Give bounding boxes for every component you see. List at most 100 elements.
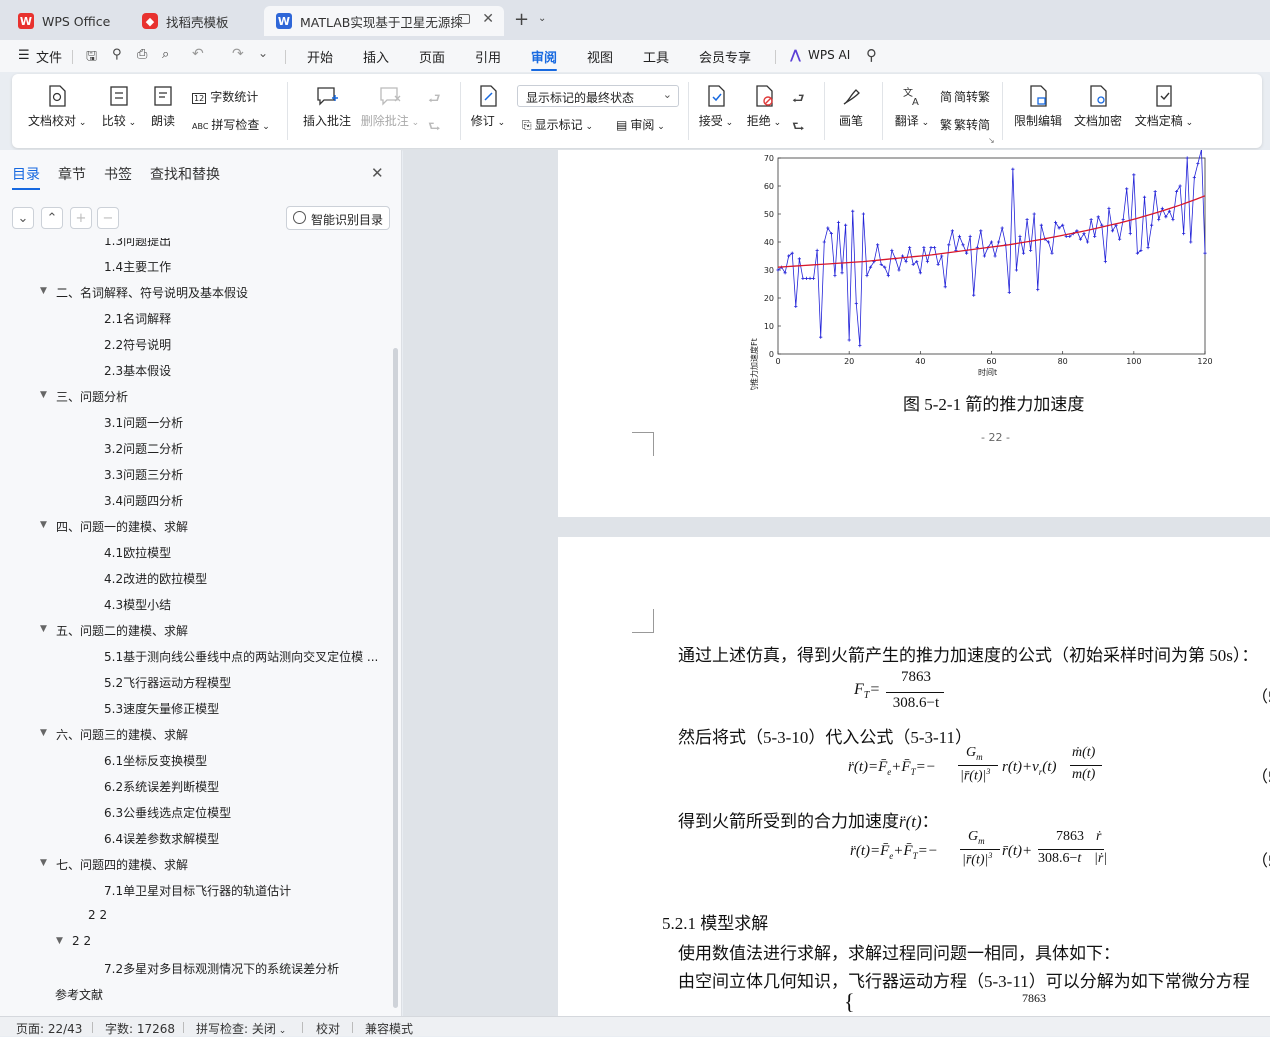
toc-item[interactable]: 2 2 <box>72 934 91 948</box>
encrypt-button[interactable]: 文档加密 <box>1072 84 1124 129</box>
compare-button[interactable]: 比较 ⌄ <box>96 84 142 129</box>
tab-wps-office[interactable]: W WPS Office <box>6 6 124 36</box>
new-tab-plus-icon[interactable]: + <box>514 9 529 30</box>
toc-item[interactable]: 5.3速度矢量修正模型 <box>104 700 219 717</box>
toc-item[interactable]: 7.1单卫星对目标飞行器的轨道估计 <box>104 882 291 899</box>
toc-item[interactable]: 六、问题三的建模、求解 <box>56 726 188 743</box>
delete-comment-button[interactable]: 删除批注 ⌄ <box>360 84 420 129</box>
toc-item[interactable]: 2.1名词解释 <box>104 310 171 327</box>
redo-icon[interactable]: ↷ <box>232 46 244 62</box>
tab-document[interactable]: W MATLAB实现基于卫星无源探 ✕ <box>264 6 504 36</box>
menu-view[interactable]: 视图 <box>587 47 613 66</box>
toc-item[interactable]: 7.2多星对多目标观测情况下的系统误差分析 <box>104 960 339 977</box>
revise-button[interactable]: 修订 ⌄ <box>468 84 508 129</box>
toc-item[interactable]: 三、问题分析 <box>56 388 128 405</box>
toc-item[interactable]: 5.2飞行器运动方程模型 <box>104 674 231 691</box>
toc-item[interactable]: 七、问题四的建模、求解 <box>56 856 188 873</box>
remove-heading-icon[interactable]: − <box>97 207 119 229</box>
more-chevron-icon[interactable]: ⌄ <box>258 46 268 60</box>
tab-chapter[interactable]: 章节 <box>58 164 86 184</box>
toc-item[interactable]: 3.2问题二分析 <box>104 440 183 457</box>
tab-bookmark[interactable]: 书签 <box>104 164 132 184</box>
to-traditional-button[interactable]: 简简转繁 <box>940 88 990 105</box>
toc-expand-caret-icon[interactable]: ▼ <box>40 286 47 296</box>
next-comment-icon[interactable]: ⮑ <box>428 116 441 140</box>
menu-tools[interactable]: 工具 <box>643 47 669 66</box>
toc-item[interactable]: 二、名词解释、符号说明及基本假设 <box>56 284 248 301</box>
toc-expand-caret-icon[interactable]: ▼ <box>40 858 47 868</box>
menu-insert[interactable]: 插入 <box>363 47 389 66</box>
expand-ribbon-icon[interactable]: ↘ <box>988 136 995 145</box>
collapse-all-icon[interactable]: ⌄ <box>12 207 34 229</box>
pen-button[interactable]: 画笔 <box>834 84 868 129</box>
prev-revision-icon[interactable]: ⮐ <box>792 88 805 112</box>
spell-check-button[interactable]: ABC 拼写检查 ⌄ <box>192 116 270 133</box>
toc-item[interactable]: 6.2系统误差判断模型 <box>104 778 219 795</box>
finalize-button[interactable]: 文档定稿 ⌄ <box>1132 84 1196 129</box>
toc-item[interactable]: 4.3模型小结 <box>104 596 171 613</box>
to-simplified-button[interactable]: 繁繁转简 <box>940 116 990 133</box>
next-revision-icon[interactable]: ⮑ <box>792 116 805 140</box>
add-heading-icon[interactable]: + <box>70 207 92 229</box>
wps-ai-icon[interactable]: ⋀ <box>790 48 801 63</box>
print-preview-icon[interactable]: ⌕ <box>162 47 169 62</box>
menu-page[interactable]: 页面 <box>419 47 445 66</box>
toc-item[interactable]: 参考文献 <box>55 986 103 1003</box>
toc-item[interactable]: 五、问题二的建模、求解 <box>56 622 188 639</box>
share-icon[interactable]: ⚲ <box>112 47 122 62</box>
read-aloud-button[interactable]: 朗读 <box>148 84 178 129</box>
tab-find-replace[interactable]: 查找和替换 <box>150 164 220 184</box>
toc-item[interactable]: 2.2符号说明 <box>104 336 171 353</box>
panel-scrollbar[interactable] <box>393 348 398 1008</box>
toc-item[interactable]: 四、问题一的建模、求解 <box>56 518 188 535</box>
toc-expand-caret-icon[interactable]: ▼ <box>40 624 47 634</box>
menu-references[interactable]: 引用 <box>475 47 501 66</box>
restrict-edit-button[interactable]: 限制编辑 <box>1012 84 1064 129</box>
toc-item[interactable]: 4.2改进的欧拉模型 <box>104 570 207 587</box>
expand-up-icon[interactable]: ⌃ <box>41 207 63 229</box>
reject-button[interactable]: 拒绝 ⌄ <box>744 84 784 129</box>
status-proof[interactable]: 校对 <box>316 1020 340 1037</box>
menu-file[interactable]: 文件 <box>36 47 62 66</box>
toc-item[interactable]: 6.3公垂线选点定位模型 <box>104 804 231 821</box>
review-pane-button[interactable]: ▤ 审阅 ⌄ <box>616 116 665 133</box>
search-icon[interactable]: ⚲ <box>866 46 877 64</box>
show-markup-button[interactable]: ⎘ 显示标记 ⌄ <box>522 116 593 133</box>
toc-item[interactable]: 4.1欧拉模型 <box>104 544 171 561</box>
prev-comment-icon[interactable]: ⮐ <box>428 88 441 112</box>
tab-toc[interactable]: 目录 <box>12 164 40 190</box>
markup-state-select[interactable]: 显示标记的最终状态 ⌄ <box>517 85 679 107</box>
toc-item[interactable]: 6.1坐标反变换模型 <box>104 752 207 769</box>
toc-expand-caret-icon[interactable]: ▼ <box>40 520 47 530</box>
accept-button[interactable]: 接受 ⌄ <box>696 84 736 129</box>
word-count-button[interactable]: 12 字数统计 <box>192 88 258 105</box>
save-icon[interactable]: 🖫 <box>86 47 97 69</box>
tab-list-chevron-icon[interactable]: ⌄ <box>538 13 546 24</box>
insert-comment-button[interactable]: 插入批注 <box>300 84 354 129</box>
menu-review[interactable]: 审阅 <box>531 47 558 71</box>
toc-expand-caret-icon[interactable]: ▼ <box>56 936 63 946</box>
toc-item[interactable]: 3.4问题四分析 <box>104 492 183 509</box>
toc-item[interactable]: 1.4主要工作 <box>104 258 171 275</box>
toc-expand-caret-icon[interactable]: ▼ <box>40 390 47 400</box>
status-words[interactable]: 字数: 17268 <box>105 1020 175 1037</box>
toc-item[interactable]: 6.4误差参数求解模型 <box>104 830 219 847</box>
menu-home[interactable]: 开始 <box>307 47 333 66</box>
toc-item[interactable]: 3.1问题一分析 <box>104 414 183 431</box>
hamburger-icon[interactable]: ☰ <box>18 48 30 63</box>
close-tab-icon[interactable]: ✕ <box>482 11 494 27</box>
toc-expand-caret-icon[interactable]: ▼ <box>40 728 47 738</box>
status-page[interactable]: 页面: 22/43 <box>16 1020 82 1037</box>
menu-wps-ai[interactable]: WPS AI <box>808 48 850 62</box>
translate-button[interactable]: 文A 翻译 ⌄ <box>892 84 932 129</box>
toc-item[interactable]: 1.3问题提出 <box>104 238 171 249</box>
toc-item[interactable]: 2.3基本假设 <box>104 362 171 379</box>
toc-item[interactable]: 5.1基于测向线公垂线中点的两站测向交叉定位模 ... <box>104 648 378 665</box>
toc-item[interactable]: 3.3问题三分析 <box>104 466 183 483</box>
print-icon[interactable]: ⎙ <box>137 47 147 62</box>
toc-item[interactable]: 2 2 <box>88 908 107 922</box>
status-spell[interactable]: 拼写检查: 关闭 ⌄ <box>196 1020 286 1037</box>
close-panel-icon[interactable]: ✕ <box>371 164 384 182</box>
tab-template[interactable]: ◆ 找稻壳模板 <box>130 6 258 36</box>
doc-check-button[interactable]: 文档校对 ⌄ <box>28 84 86 129</box>
